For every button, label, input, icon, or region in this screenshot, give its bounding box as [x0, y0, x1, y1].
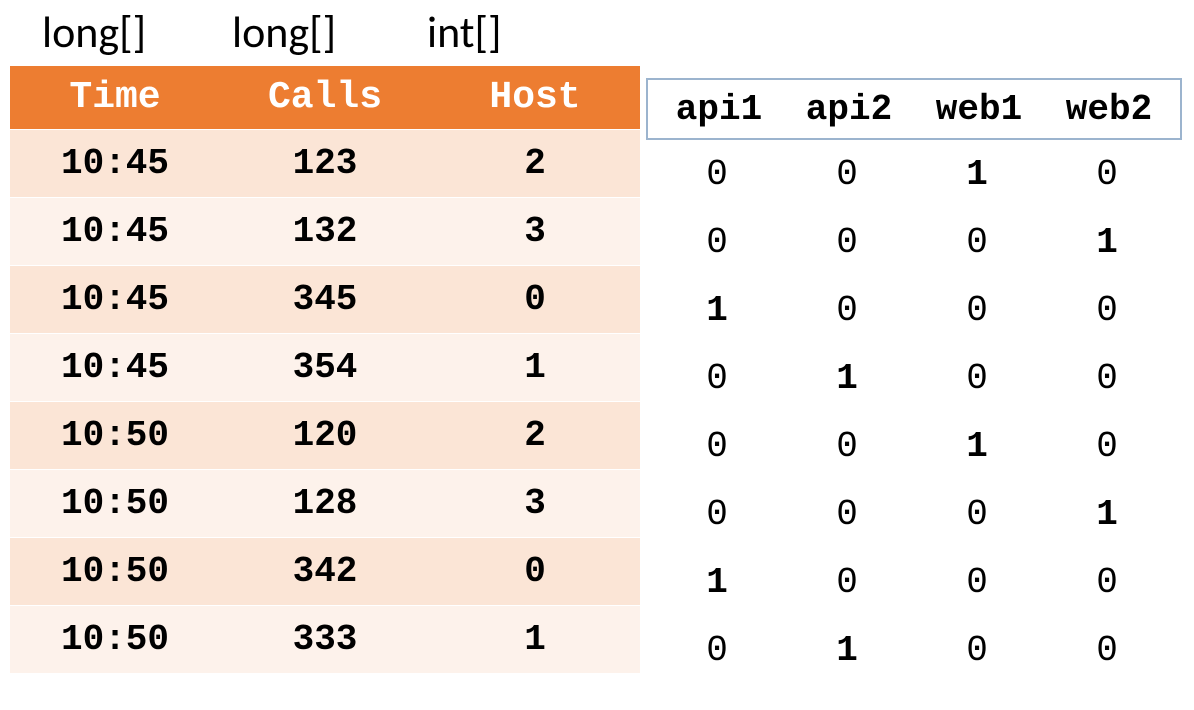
matrix-cell: 0 [912, 630, 1042, 671]
matrix-cell: 1 [912, 154, 1042, 195]
matrix-cell: 0 [1042, 562, 1172, 603]
matrix-col-web2: web2 [1044, 89, 1174, 130]
column-type-labels: long[] long[] int[] [0, 0, 640, 65]
matrix-cell: 0 [652, 426, 782, 467]
table-row: 10:50 120 2 [10, 401, 640, 469]
cell-host: 3 [430, 197, 640, 265]
matrix-cell: 0 [1042, 630, 1172, 671]
matrix-cell: 0 [652, 630, 782, 671]
matrix-cell: 1 [782, 358, 912, 399]
type-label: long[] [42, 6, 232, 59]
cell-time: 10:50 [10, 469, 220, 537]
matrix-cell: 1 [782, 630, 912, 671]
cell-calls: 354 [220, 333, 430, 401]
matrix-cell: 1 [1042, 222, 1172, 263]
cell-time: 10:45 [10, 129, 220, 197]
cell-host: 2 [430, 129, 640, 197]
table-header-row: Time Calls Host [10, 65, 640, 129]
matrix-cell: 0 [782, 426, 912, 467]
cell-host: 1 [430, 333, 640, 401]
matrix-cell: 0 [1042, 290, 1172, 331]
matrix-cell: 0 [652, 222, 782, 263]
matrix-cell: 0 [782, 154, 912, 195]
cell-host: 0 [430, 537, 640, 605]
matrix-cell: 0 [1042, 426, 1172, 467]
cell-host: 1 [430, 605, 640, 673]
cell-calls: 345 [220, 265, 430, 333]
matrix-cell: 0 [782, 562, 912, 603]
matrix-row: 0010 [646, 412, 1182, 480]
col-calls-header: Calls [220, 65, 430, 129]
type-label: int[] [427, 6, 607, 59]
matrix-cell: 0 [912, 494, 1042, 535]
table-row: 10:45 345 0 [10, 265, 640, 333]
matrix-col-api2: api2 [784, 89, 914, 130]
data-table: Time Calls Host 10:45 123 2 10:45 132 3 … [10, 65, 640, 674]
matrix-cell: 0 [782, 290, 912, 331]
matrix-col-api1: api1 [654, 89, 784, 130]
cell-calls: 128 [220, 469, 430, 537]
matrix-row: 1000 [646, 548, 1182, 616]
matrix-cell: 0 [1042, 358, 1172, 399]
table-row: 10:50 128 3 [10, 469, 640, 537]
cell-calls: 132 [220, 197, 430, 265]
table-row: 10:50 333 1 [10, 605, 640, 673]
cell-calls: 333 [220, 605, 430, 673]
matrix-cell: 0 [912, 290, 1042, 331]
col-host-header: Host [430, 65, 640, 129]
cell-time: 10:50 [10, 537, 220, 605]
matrix-cell: 1 [652, 290, 782, 331]
matrix-cell: 0 [652, 154, 782, 195]
col-time-header: Time [10, 65, 220, 129]
matrix-row: 0100 [646, 616, 1182, 684]
matrix-cell: 0 [1042, 154, 1172, 195]
matrix-header-row: api1 api2 web1 web2 [646, 78, 1182, 140]
table-row: 10:45 123 2 [10, 129, 640, 197]
matrix-cell: 0 [652, 494, 782, 535]
cell-time: 10:45 [10, 197, 220, 265]
cell-calls: 120 [220, 401, 430, 469]
matrix-row: 0001 [646, 208, 1182, 276]
matrix-cell: 0 [782, 494, 912, 535]
cell-time: 10:45 [10, 333, 220, 401]
cell-time: 10:50 [10, 605, 220, 673]
matrix-cell: 0 [912, 222, 1042, 263]
matrix-cell: 0 [912, 358, 1042, 399]
cell-host: 0 [430, 265, 640, 333]
cell-calls: 342 [220, 537, 430, 605]
cell-host: 3 [430, 469, 640, 537]
matrix-row: 0001 [646, 480, 1182, 548]
table-row: 10:45 354 1 [10, 333, 640, 401]
cell-calls: 123 [220, 129, 430, 197]
matrix-cell: 0 [652, 358, 782, 399]
cell-time: 10:50 [10, 401, 220, 469]
matrix-cell: 0 [782, 222, 912, 263]
matrix-col-web1: web1 [914, 89, 1044, 130]
matrix-cell: 0 [912, 562, 1042, 603]
matrix-cell: 1 [652, 562, 782, 603]
cell-host: 2 [430, 401, 640, 469]
matrix-row: 0010 [646, 140, 1182, 208]
matrix-cell: 1 [1042, 494, 1172, 535]
type-label: long[] [232, 6, 427, 59]
matrix-cell: 1 [912, 426, 1042, 467]
table-row: 10:45 132 3 [10, 197, 640, 265]
table-row: 10:50 342 0 [10, 537, 640, 605]
onehot-matrix: api1 api2 web1 web2 00100001100001000010… [646, 78, 1182, 684]
cell-time: 10:45 [10, 265, 220, 333]
matrix-row: 1000 [646, 276, 1182, 344]
matrix-row: 0100 [646, 344, 1182, 412]
